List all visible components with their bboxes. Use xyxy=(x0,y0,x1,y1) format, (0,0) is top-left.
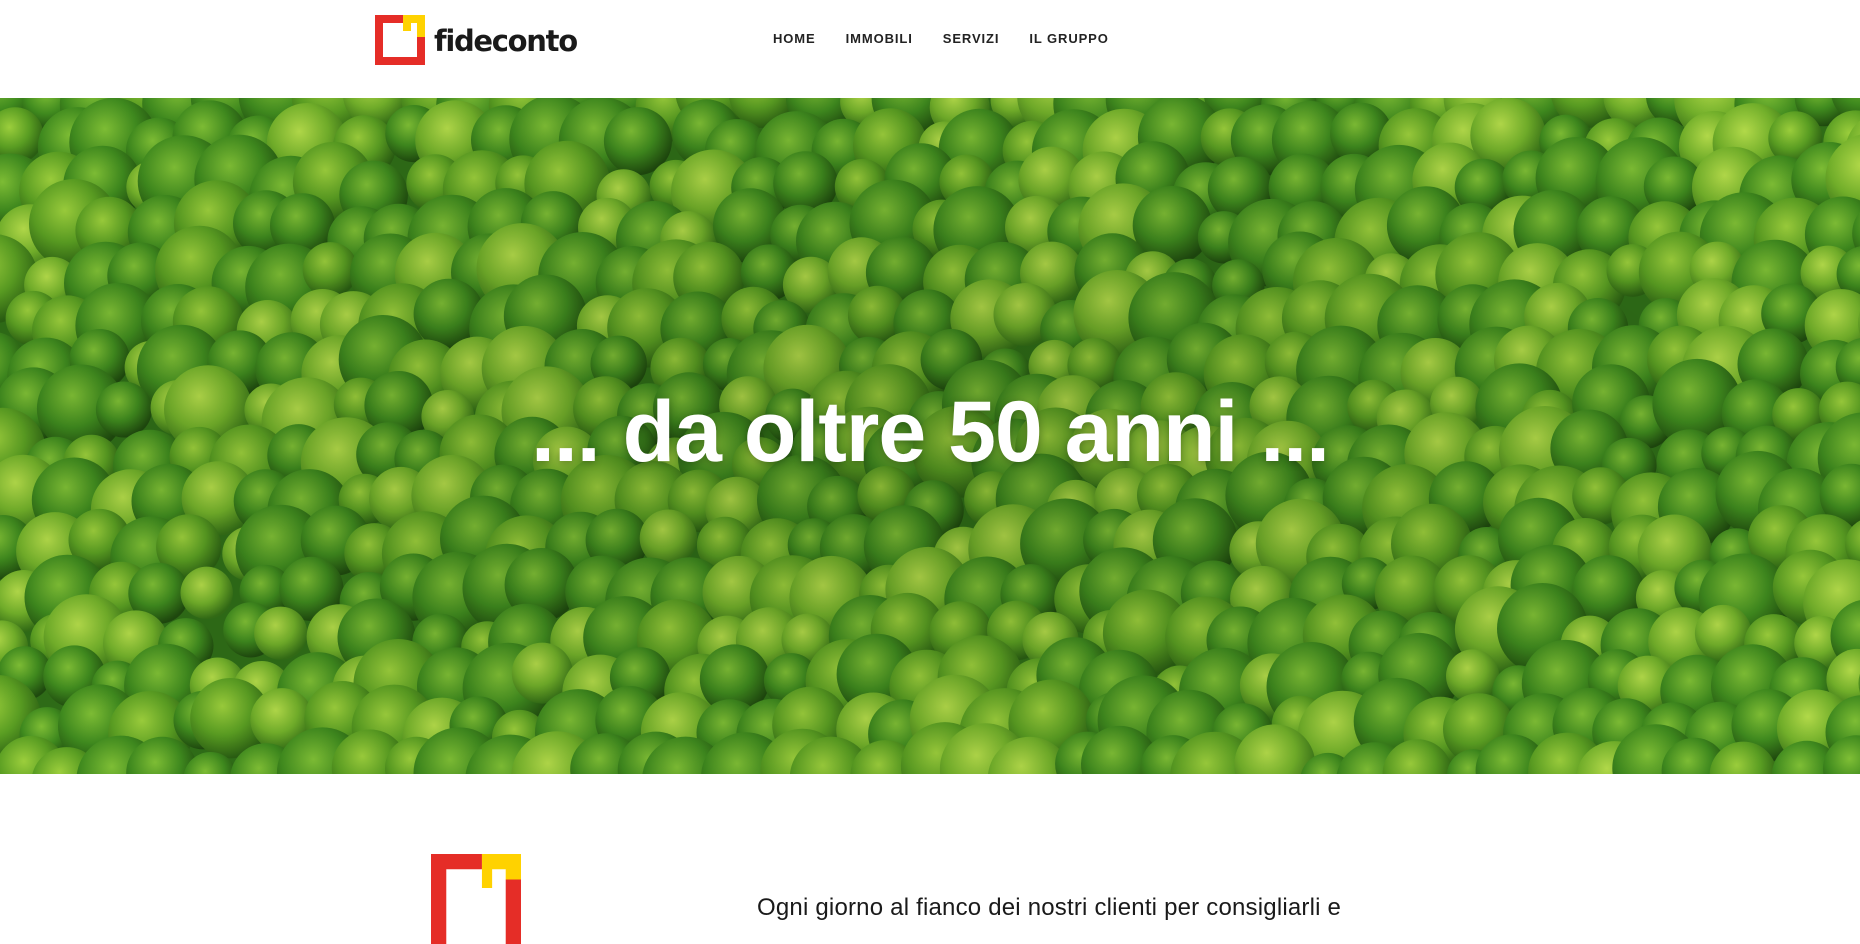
nav-servizi[interactable]: SERVIZI xyxy=(943,30,1000,48)
logo-text: fideconto xyxy=(434,24,577,58)
hero-title: ... da oltre 50 anni ... xyxy=(0,383,1860,482)
nav-immobili[interactable]: IMMOBILI xyxy=(846,30,913,48)
fideconto-logo-icon xyxy=(375,15,425,65)
nav-home[interactable]: HOME xyxy=(773,30,816,48)
main-nav: HOME IMMOBILI SERVIZI IL GRUPPO xyxy=(773,30,1139,48)
logo-link[interactable]: fideconto xyxy=(375,15,577,65)
intro-text: Ogni giorno al fianco dei nostri clienti… xyxy=(757,894,1341,922)
brand-mark-icon xyxy=(423,854,529,944)
hero-banner: ... da oltre 50 anni ... xyxy=(0,98,1860,774)
intro-section: Ogni giorno al fianco dei nostri clienti… xyxy=(0,774,1860,937)
site-header: fideconto HOME IMMOBILI SERVIZI IL GRUPP… xyxy=(0,0,1860,98)
nav-il-gruppo[interactable]: IL GRUPPO xyxy=(1029,30,1108,48)
